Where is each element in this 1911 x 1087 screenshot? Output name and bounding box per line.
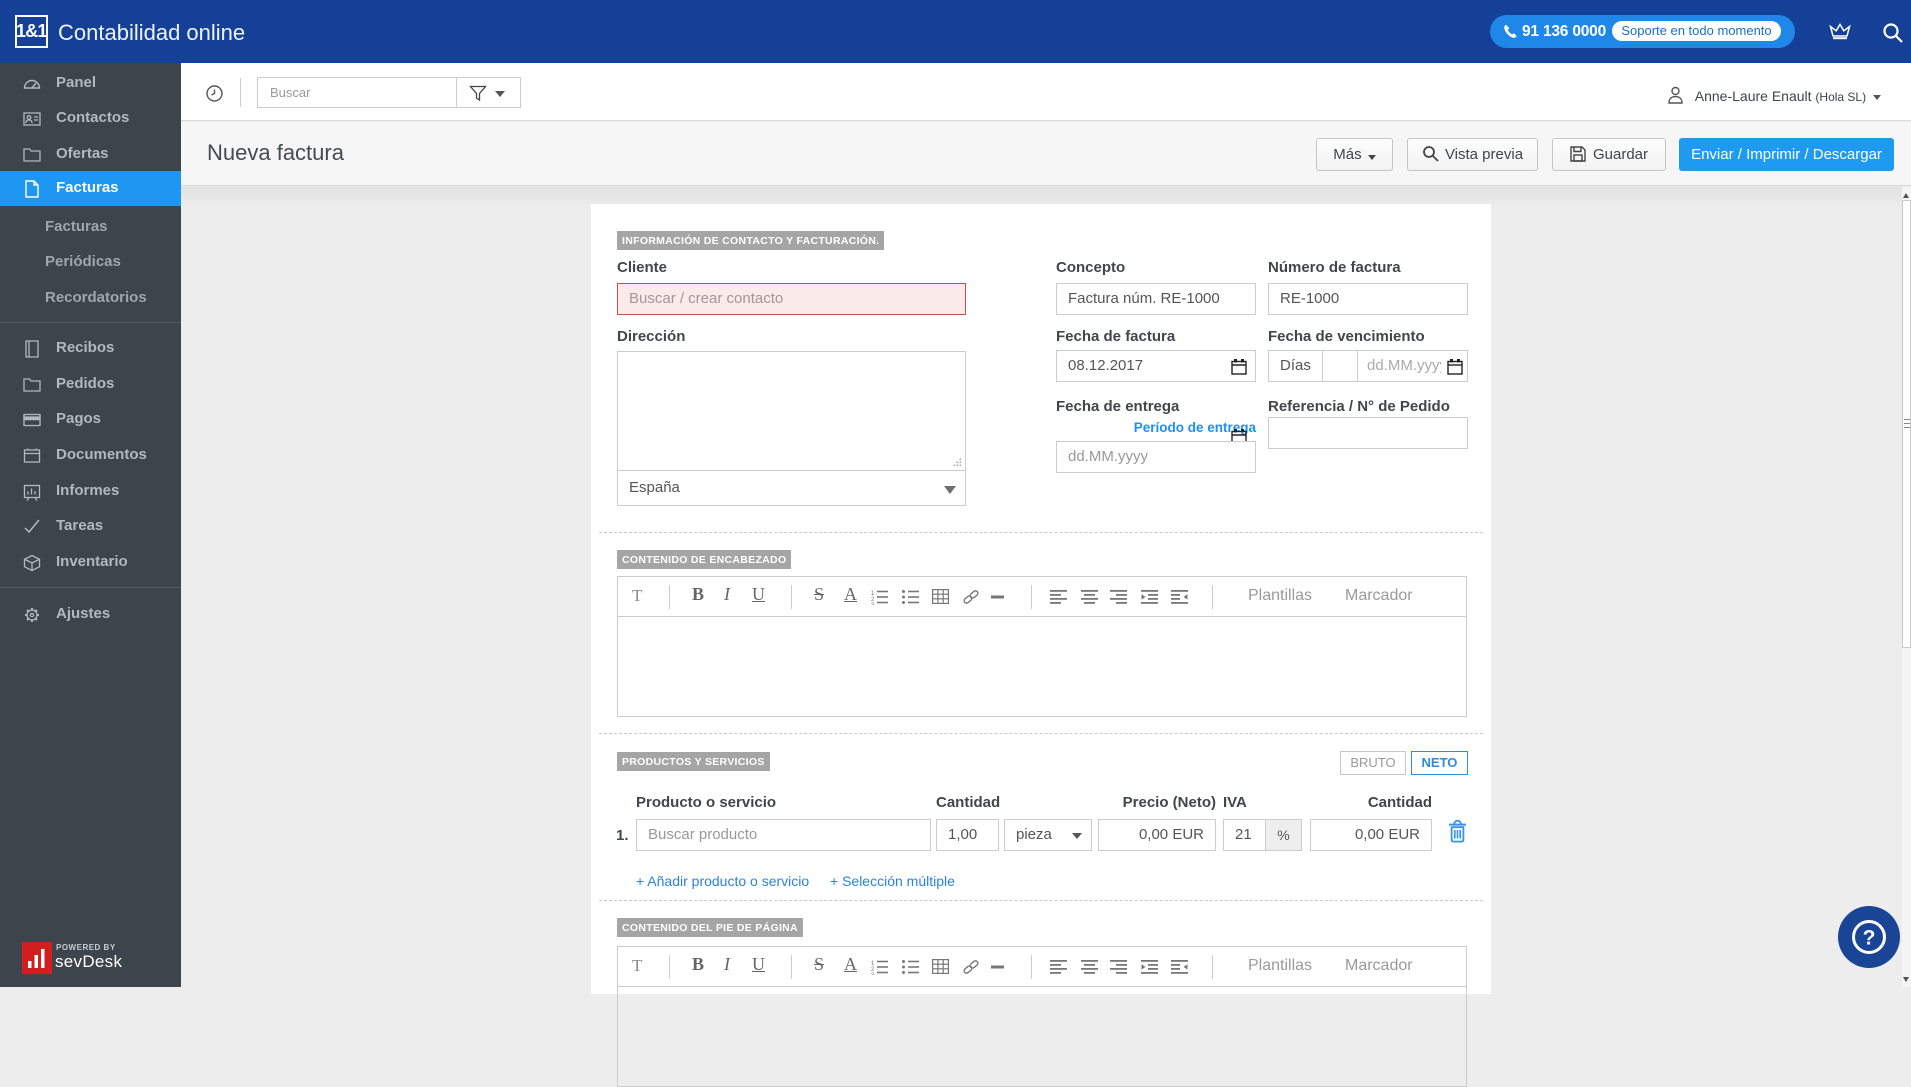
svg-text:?: ?: [1863, 927, 1876, 950]
svg-text:3: 3: [871, 603, 875, 605]
svg-text:3: 3: [871, 973, 875, 975]
